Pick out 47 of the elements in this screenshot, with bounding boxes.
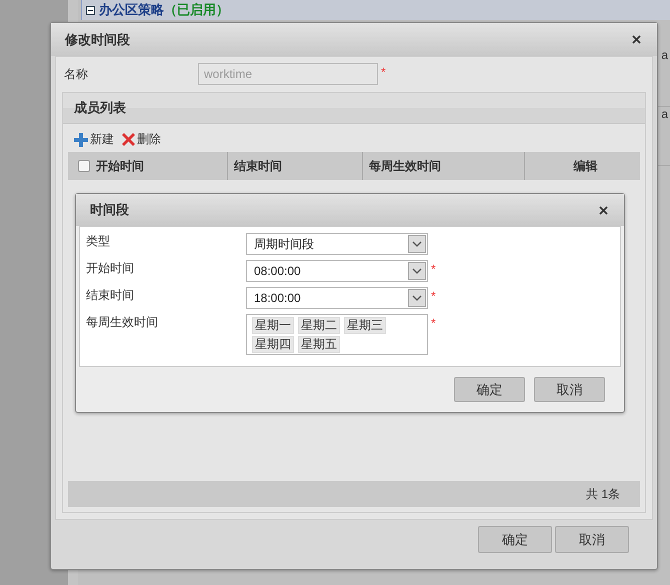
- plus-icon: [74, 132, 88, 146]
- table-cell: a: [661, 107, 668, 121]
- day-tag[interactable]: 星期四: [252, 336, 294, 353]
- dialog-title: 修改时间段: [65, 30, 130, 48]
- chevron-down-icon: [412, 268, 422, 274]
- cross-icon: [122, 133, 135, 146]
- checkbox[interactable]: [78, 160, 90, 172]
- chevron-down-icon: [412, 295, 422, 301]
- chevron-down-icon: [412, 241, 422, 247]
- field-label: 每周生效时间: [86, 314, 159, 331]
- select-field[interactable]: 周期时间段: [246, 233, 428, 255]
- policy-title: 办公区策略: [99, 1, 164, 19]
- column-header: 结束时间: [234, 158, 282, 174]
- required-mark: *: [431, 288, 436, 303]
- day-tag[interactable]: 星期二: [298, 317, 340, 334]
- close-icon: [632, 35, 641, 44]
- close-button[interactable]: [630, 33, 643, 46]
- dialog-title: 时间段: [90, 201, 129, 219]
- column-header: 编辑: [574, 158, 598, 174]
- panel-title: 成员列表: [74, 99, 126, 117]
- field-label: 类型: [86, 233, 111, 250]
- day-tag[interactable]: 星期三: [344, 317, 386, 334]
- field-label: 开始时间: [86, 260, 135, 277]
- add-button[interactable]: 新建: [74, 131, 114, 148]
- delete-button[interactable]: 删除: [122, 131, 161, 148]
- day-tag[interactable]: 星期一: [252, 317, 294, 334]
- table-cell: a: [661, 48, 668, 62]
- column-header: 开始时间: [96, 158, 144, 174]
- multi-select-field[interactable]: 星期一 星期二 星期三 星期四 星期五: [246, 314, 428, 355]
- required-mark: *: [431, 261, 436, 276]
- day-tag[interactable]: 星期五: [298, 336, 340, 353]
- dialog-button[interactable]: 确定: [478, 526, 552, 553]
- record-count: 共 1条: [586, 486, 620, 502]
- select-field[interactable]: 08:00:00: [246, 260, 428, 282]
- required-mark: *: [381, 64, 386, 79]
- field-label: 名称: [63, 66, 89, 83]
- collapse-icon: [86, 6, 95, 14]
- select-field[interactable]: 18:00:00: [246, 287, 428, 309]
- close-button[interactable]: [597, 204, 610, 216]
- dialog-button[interactable]: 确定: [454, 377, 525, 402]
- dialog-button[interactable]: 取消: [534, 377, 605, 402]
- close-icon: [599, 206, 608, 214]
- field-label: 结束时间: [86, 287, 135, 304]
- column-header: 每周生效时间: [369, 158, 441, 174]
- policy-status: （已启用）: [164, 1, 229, 19]
- required-mark: *: [431, 315, 436, 330]
- dialog-button[interactable]: 取消: [555, 526, 629, 553]
